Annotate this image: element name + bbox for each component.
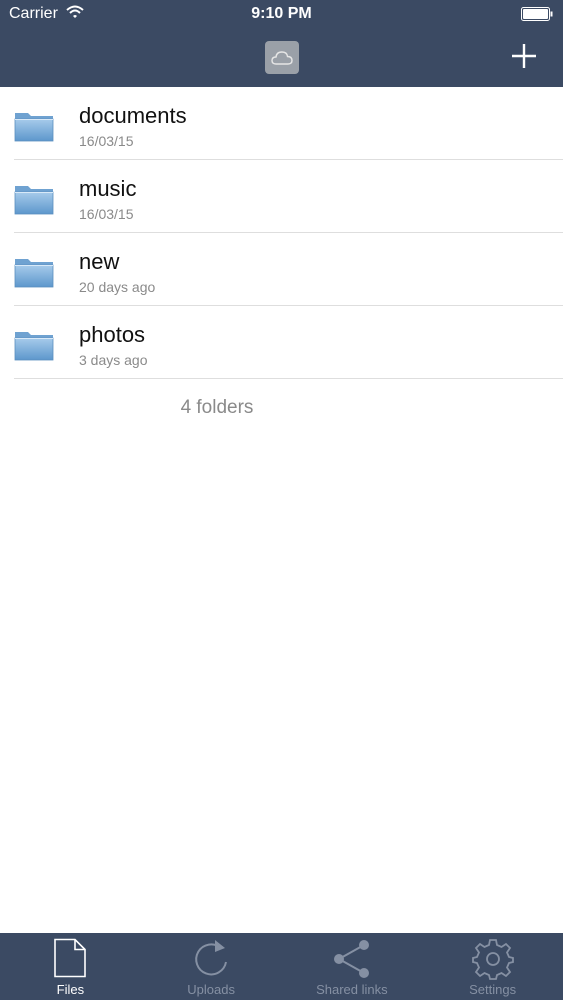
tab-label: Files (56, 982, 85, 997)
file-icon (54, 938, 87, 978)
folder-count: 4 folders (180, 397, 254, 418)
tab-files[interactable]: Files (0, 933, 141, 1000)
refresh-icon (195, 940, 228, 976)
tab-uploads[interactable]: Uploads (141, 933, 282, 1000)
navigation-bar: Carrier 9:10 PM (0, 0, 563, 87)
tab-settings[interactable]: Settings (422, 933, 563, 1000)
share-icon (333, 940, 369, 978)
list-item[interactable]: documents 16/03/15 (0, 87, 563, 160)
tab-label: Shared links (316, 982, 388, 997)
list-item[interactable]: music 16/03/15 (0, 160, 563, 233)
tab-bar: Files Uploads Shared links Settings (0, 933, 563, 1000)
tab-label: Settings (469, 982, 517, 997)
battery-icon (521, 7, 553, 21)
folder-date: 3 days ago (79, 352, 148, 368)
cloud-icon (271, 50, 293, 65)
divider (14, 378, 563, 379)
plus-icon (512, 44, 536, 68)
folder-icon (14, 186, 54, 215)
folder-date: 20 days ago (79, 279, 156, 295)
folder-icon (14, 332, 54, 361)
tab-shared-links[interactable]: Shared links (282, 933, 423, 1000)
folder-icon (14, 259, 54, 288)
folder-name: documents (79, 103, 187, 128)
gear-icon (471, 939, 514, 980)
list-item[interactable]: new 20 days ago (0, 233, 563, 306)
list-item[interactable]: photos 3 days ago (0, 306, 563, 379)
folder-icon (14, 113, 54, 142)
folder-date: 16/03/15 (79, 133, 134, 149)
add-button[interactable] (508, 40, 540, 72)
tab-label: Uploads (187, 982, 235, 997)
folder-date: 16/03/15 (79, 206, 134, 222)
folder-list: documents 16/03/15 music 16/03/15 new 20… (0, 87, 563, 379)
status-bar: Carrier 9:10 PM (0, 0, 563, 30)
clock: 9:10 PM (251, 5, 312, 22)
folder-name: new (79, 249, 120, 274)
folder-name: photos (79, 322, 146, 347)
cloud-button[interactable] (265, 41, 299, 74)
folder-name: music (79, 176, 137, 201)
